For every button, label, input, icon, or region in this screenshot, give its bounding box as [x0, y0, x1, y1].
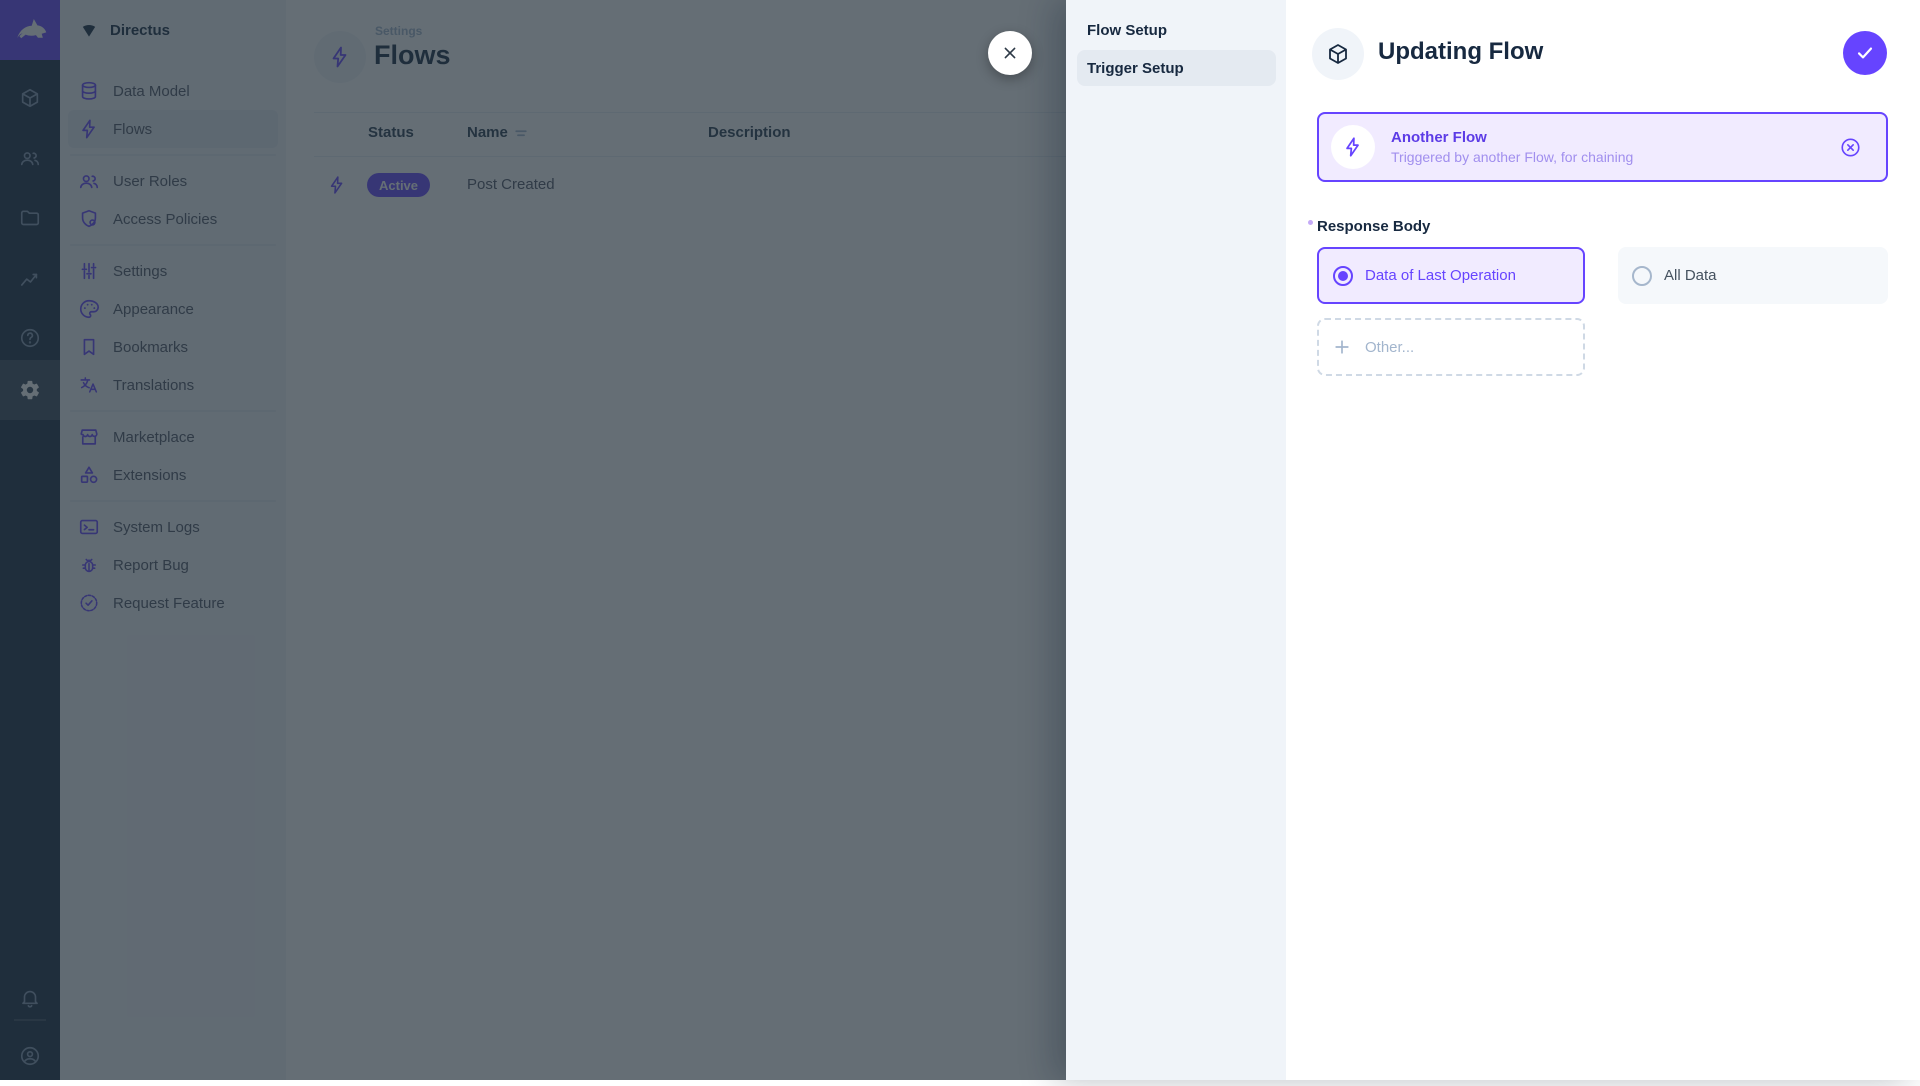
trigger-card-subtitle: Triggered by another Flow, for chaining [1391, 149, 1634, 165]
modal-overlay[interactable] [0, 0, 1066, 1080]
required-dot [1308, 220, 1313, 225]
drawer-content: Updating Flow Another Flow Triggered by … [1286, 0, 1920, 1080]
drawer: Flow Setup Trigger Setup Updating Flow A… [1066, 0, 1920, 1080]
drawer-sidebar: Flow Setup Trigger Setup [1066, 0, 1286, 1080]
cube-icon [1326, 42, 1350, 66]
trigger-card-title: Another Flow [1391, 129, 1487, 146]
save-button[interactable] [1843, 31, 1887, 75]
check-icon [1854, 42, 1876, 64]
trigger-card-text: Another Flow Triggered by another Flow, … [1391, 129, 1633, 165]
response-body-label-row: Response Body [1308, 218, 1430, 235]
trigger-icon-circle [1331, 125, 1375, 169]
option-all-data[interactable]: All Data [1618, 247, 1888, 304]
drawer-header-icon-button[interactable] [1312, 28, 1364, 80]
response-body-options: Data of Last Operation All Data [1317, 247, 1888, 304]
bolt-icon [1342, 136, 1364, 158]
close-drawer-button[interactable] [988, 31, 1032, 75]
drawer-tab-trigger-setup[interactable]: Trigger Setup [1077, 50, 1276, 86]
trigger-type-card[interactable]: Another Flow Triggered by another Flow, … [1317, 112, 1888, 182]
radio-selected-icon [1333, 265, 1353, 286]
option-data-of-last-operation[interactable]: Data of Last Operation [1317, 247, 1585, 304]
other-value-button[interactable]: Other... [1317, 318, 1585, 376]
radio-unselected-icon [1632, 265, 1652, 286]
plus-icon [1332, 337, 1352, 357]
drawer-title: Updating Flow [1378, 38, 1544, 65]
close-icon [1000, 43, 1020, 63]
field-label: Response Body [1308, 218, 1430, 235]
drawer-tab-flow-setup[interactable]: Flow Setup [1077, 12, 1276, 48]
remove-trigger-icon[interactable] [1839, 136, 1862, 159]
other-placeholder: Other... [1365, 338, 1415, 356]
